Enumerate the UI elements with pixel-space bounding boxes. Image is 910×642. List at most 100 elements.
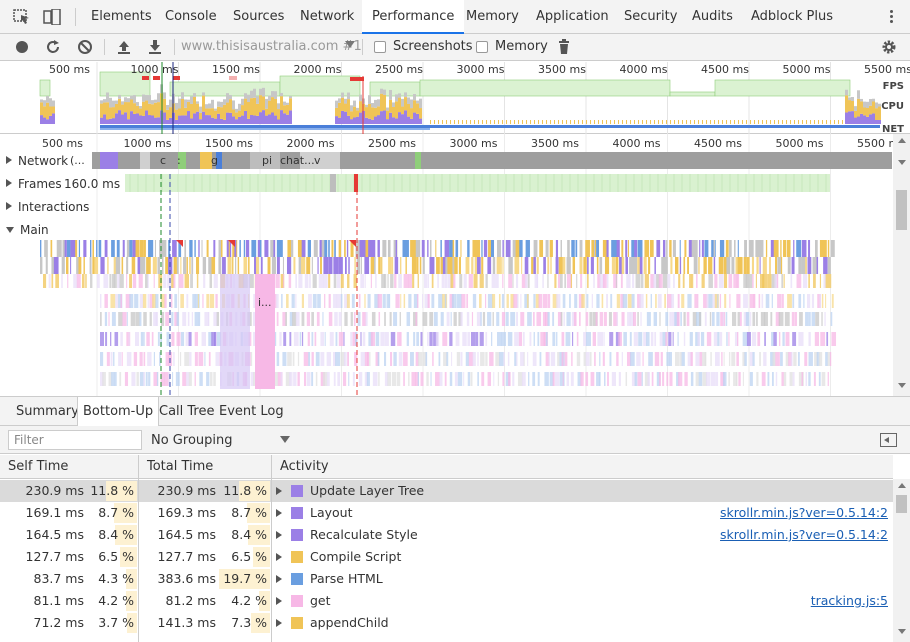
tab-elements[interactable]: Elements <box>91 0 152 34</box>
scroll-up-icon[interactable] <box>898 138 906 143</box>
table-row[interactable]: 81.1 ms 4.2 % 81.2 ms 4.2 % get tracking… <box>0 590 893 612</box>
expand-icon[interactable] <box>276 509 282 517</box>
self-time: 164.5 ms <box>25 527 84 542</box>
table-row[interactable]: 127.7 ms 6.5 % 127.7 ms 6.5 % Compile Sc… <box>0 546 893 568</box>
track-network[interactable]: Network <box>6 154 68 168</box>
total-time-percent: 19.7 % <box>223 571 267 586</box>
network-request[interactable]: g <box>211 154 218 167</box>
clear-icon[interactable] <box>77 39 93 55</box>
tab-audits[interactable]: Audits <box>692 0 733 34</box>
tab-sources[interactable]: Sources <box>233 0 284 34</box>
flame-scrollbar[interactable] <box>893 134 910 396</box>
grouping-select[interactable]: No Grouping <box>151 433 233 448</box>
expand-icon[interactable] <box>276 531 282 539</box>
timeline-tick: 1000 ms <box>123 137 172 150</box>
tab-memory[interactable]: Memory <box>466 0 519 34</box>
table-row[interactable]: 169.1 ms 8.7 % 169.3 ms 8.7 % Layout skr… <box>0 502 893 524</box>
performance-toolbar: www.thisisaustralia.com #1 Screenshots M… <box>0 34 910 61</box>
header-self-time[interactable]: Self Time <box>0 455 138 479</box>
tab-console[interactable]: Console <box>165 0 217 34</box>
total-time-percent: 4.2 % <box>231 593 267 608</box>
tab-event-log[interactable]: Event Log <box>219 397 284 426</box>
scroll-up-icon[interactable] <box>898 483 906 488</box>
sidebar-toggle-icon[interactable] <box>880 433 897 447</box>
column-divider[interactable] <box>138 455 139 642</box>
overview-tick: 3500 ms <box>538 63 586 76</box>
scroll-down-icon[interactable] <box>898 629 906 634</box>
tab-network[interactable]: Network <box>300 0 354 34</box>
screenshots-checkbox[interactable] <box>374 41 386 53</box>
track-frames[interactable]: Frames <box>6 177 62 191</box>
tab-application[interactable]: Application <box>536 0 609 34</box>
filter-input[interactable] <box>8 430 142 450</box>
timeline-tick: 1500 ms <box>205 137 253 150</box>
scroll-down-icon[interactable] <box>898 160 906 165</box>
table-row[interactable]: 230.9 ms 11.8 % 230.9 ms 11.8 % Update L… <box>0 480 893 502</box>
self-time-percent: 8.7 % <box>98 505 134 520</box>
timeline-tick: 3500 ms <box>531 137 579 150</box>
self-time-percent: 3.7 % <box>98 615 134 630</box>
gear-icon[interactable] <box>881 39 897 55</box>
network-request[interactable]: c <box>160 154 166 167</box>
self-time: 81.1 ms <box>33 593 85 608</box>
table-scrollbar[interactable] <box>893 479 910 642</box>
overview-tick: 500 ms <box>49 63 90 76</box>
tab-adblock-plus[interactable]: Adblock Plus <box>751 0 833 34</box>
network-request[interactable]: (... <box>70 154 85 167</box>
recording-select[interactable]: www.thisisaustralia.com #1 <box>181 39 362 54</box>
inspect-element-icon[interactable] <box>13 9 31 25</box>
chevron-down-icon[interactable] <box>280 436 290 443</box>
header-total-time[interactable]: Total Time <box>139 455 271 479</box>
source-link[interactable]: skrollr.min.js?ver=0.5.14:2 <box>720 502 888 524</box>
table-row[interactable]: 164.5 ms 8.4 % 164.5 ms 8.4 % Recalculat… <box>0 524 893 546</box>
self-time-percent: 6.5 % <box>98 549 134 564</box>
network-request[interactable]: pi <box>262 154 272 167</box>
tab-summary[interactable]: Summary <box>8 397 86 426</box>
activity-name: Recalculate Style <box>310 527 418 542</box>
total-time: 230.9 ms <box>157 483 216 498</box>
reload-icon[interactable] <box>45 39 61 55</box>
tab-security[interactable]: Security <box>624 0 677 34</box>
memory-checkbox[interactable] <box>476 41 488 53</box>
toolbar-separator <box>174 39 175 55</box>
network-request[interactable]: chat... <box>280 154 315 167</box>
timeline-tick: 2000 ms <box>286 137 335 150</box>
source-link[interactable]: skrollr.min.js?ver=0.5.14:2 <box>720 524 888 546</box>
scroll-thumb[interactable] <box>896 190 907 230</box>
save-profile-icon[interactable] <box>147 39 163 55</box>
toolbar-separator <box>362 39 363 55</box>
source-link[interactable]: tracking.js:5 <box>811 590 888 612</box>
self-time: 71.2 ms <box>33 615 85 630</box>
more-options-icon[interactable] <box>886 8 896 26</box>
flame-chart[interactable]: 500 ms 1000 ms 1500 ms 2000 ms 2500 ms 3000 m… <box>0 134 893 396</box>
table-row[interactable]: 83.7 ms 4.3 % 383.6 ms 19.7 % Parse HTML <box>0 568 893 590</box>
expand-icon[interactable] <box>276 597 282 605</box>
expand-icon <box>6 179 12 187</box>
network-request[interactable]: : <box>177 154 181 167</box>
tab-performance[interactable]: Performance <box>362 0 465 34</box>
category-swatch <box>291 485 303 497</box>
timeline-overview[interactable]: 500 ms 1000 ms 1500 ms 2000 ms 2500 ms 3000 m… <box>0 62 910 135</box>
network-request[interactable]: v <box>314 154 321 167</box>
header-activity[interactable]: Activity <box>272 455 893 479</box>
load-profile-icon[interactable] <box>116 39 132 55</box>
record-icon[interactable] <box>14 39 30 55</box>
track-interactions[interactable]: Interactions <box>6 200 89 214</box>
total-time: 164.5 ms <box>157 527 216 542</box>
chevron-down-icon[interactable] <box>345 41 355 48</box>
expand-icon[interactable] <box>276 487 282 495</box>
expand-icon[interactable] <box>276 619 282 627</box>
trash-icon[interactable] <box>556 39 572 55</box>
tab-bottom-up[interactable]: Bottom-Up <box>77 397 160 426</box>
device-toolbar-icon[interactable] <box>43 9 61 25</box>
track-main[interactable]: Main <box>6 223 49 237</box>
expand-icon[interactable] <box>276 575 282 583</box>
tab-call-tree[interactable]: Call Tree <box>159 397 215 426</box>
scroll-down-icon[interactable] <box>898 383 906 388</box>
expand-icon[interactable] <box>276 553 282 561</box>
column-divider[interactable] <box>271 455 272 642</box>
scroll-thumb[interactable] <box>896 495 907 513</box>
table-row[interactable]: 71.2 ms 3.7 % 141.3 ms 7.3 % appendChild <box>0 612 893 634</box>
overview-tick: 5500 ms <box>864 63 910 76</box>
frames-value: 160.0 ms <box>64 177 121 191</box>
